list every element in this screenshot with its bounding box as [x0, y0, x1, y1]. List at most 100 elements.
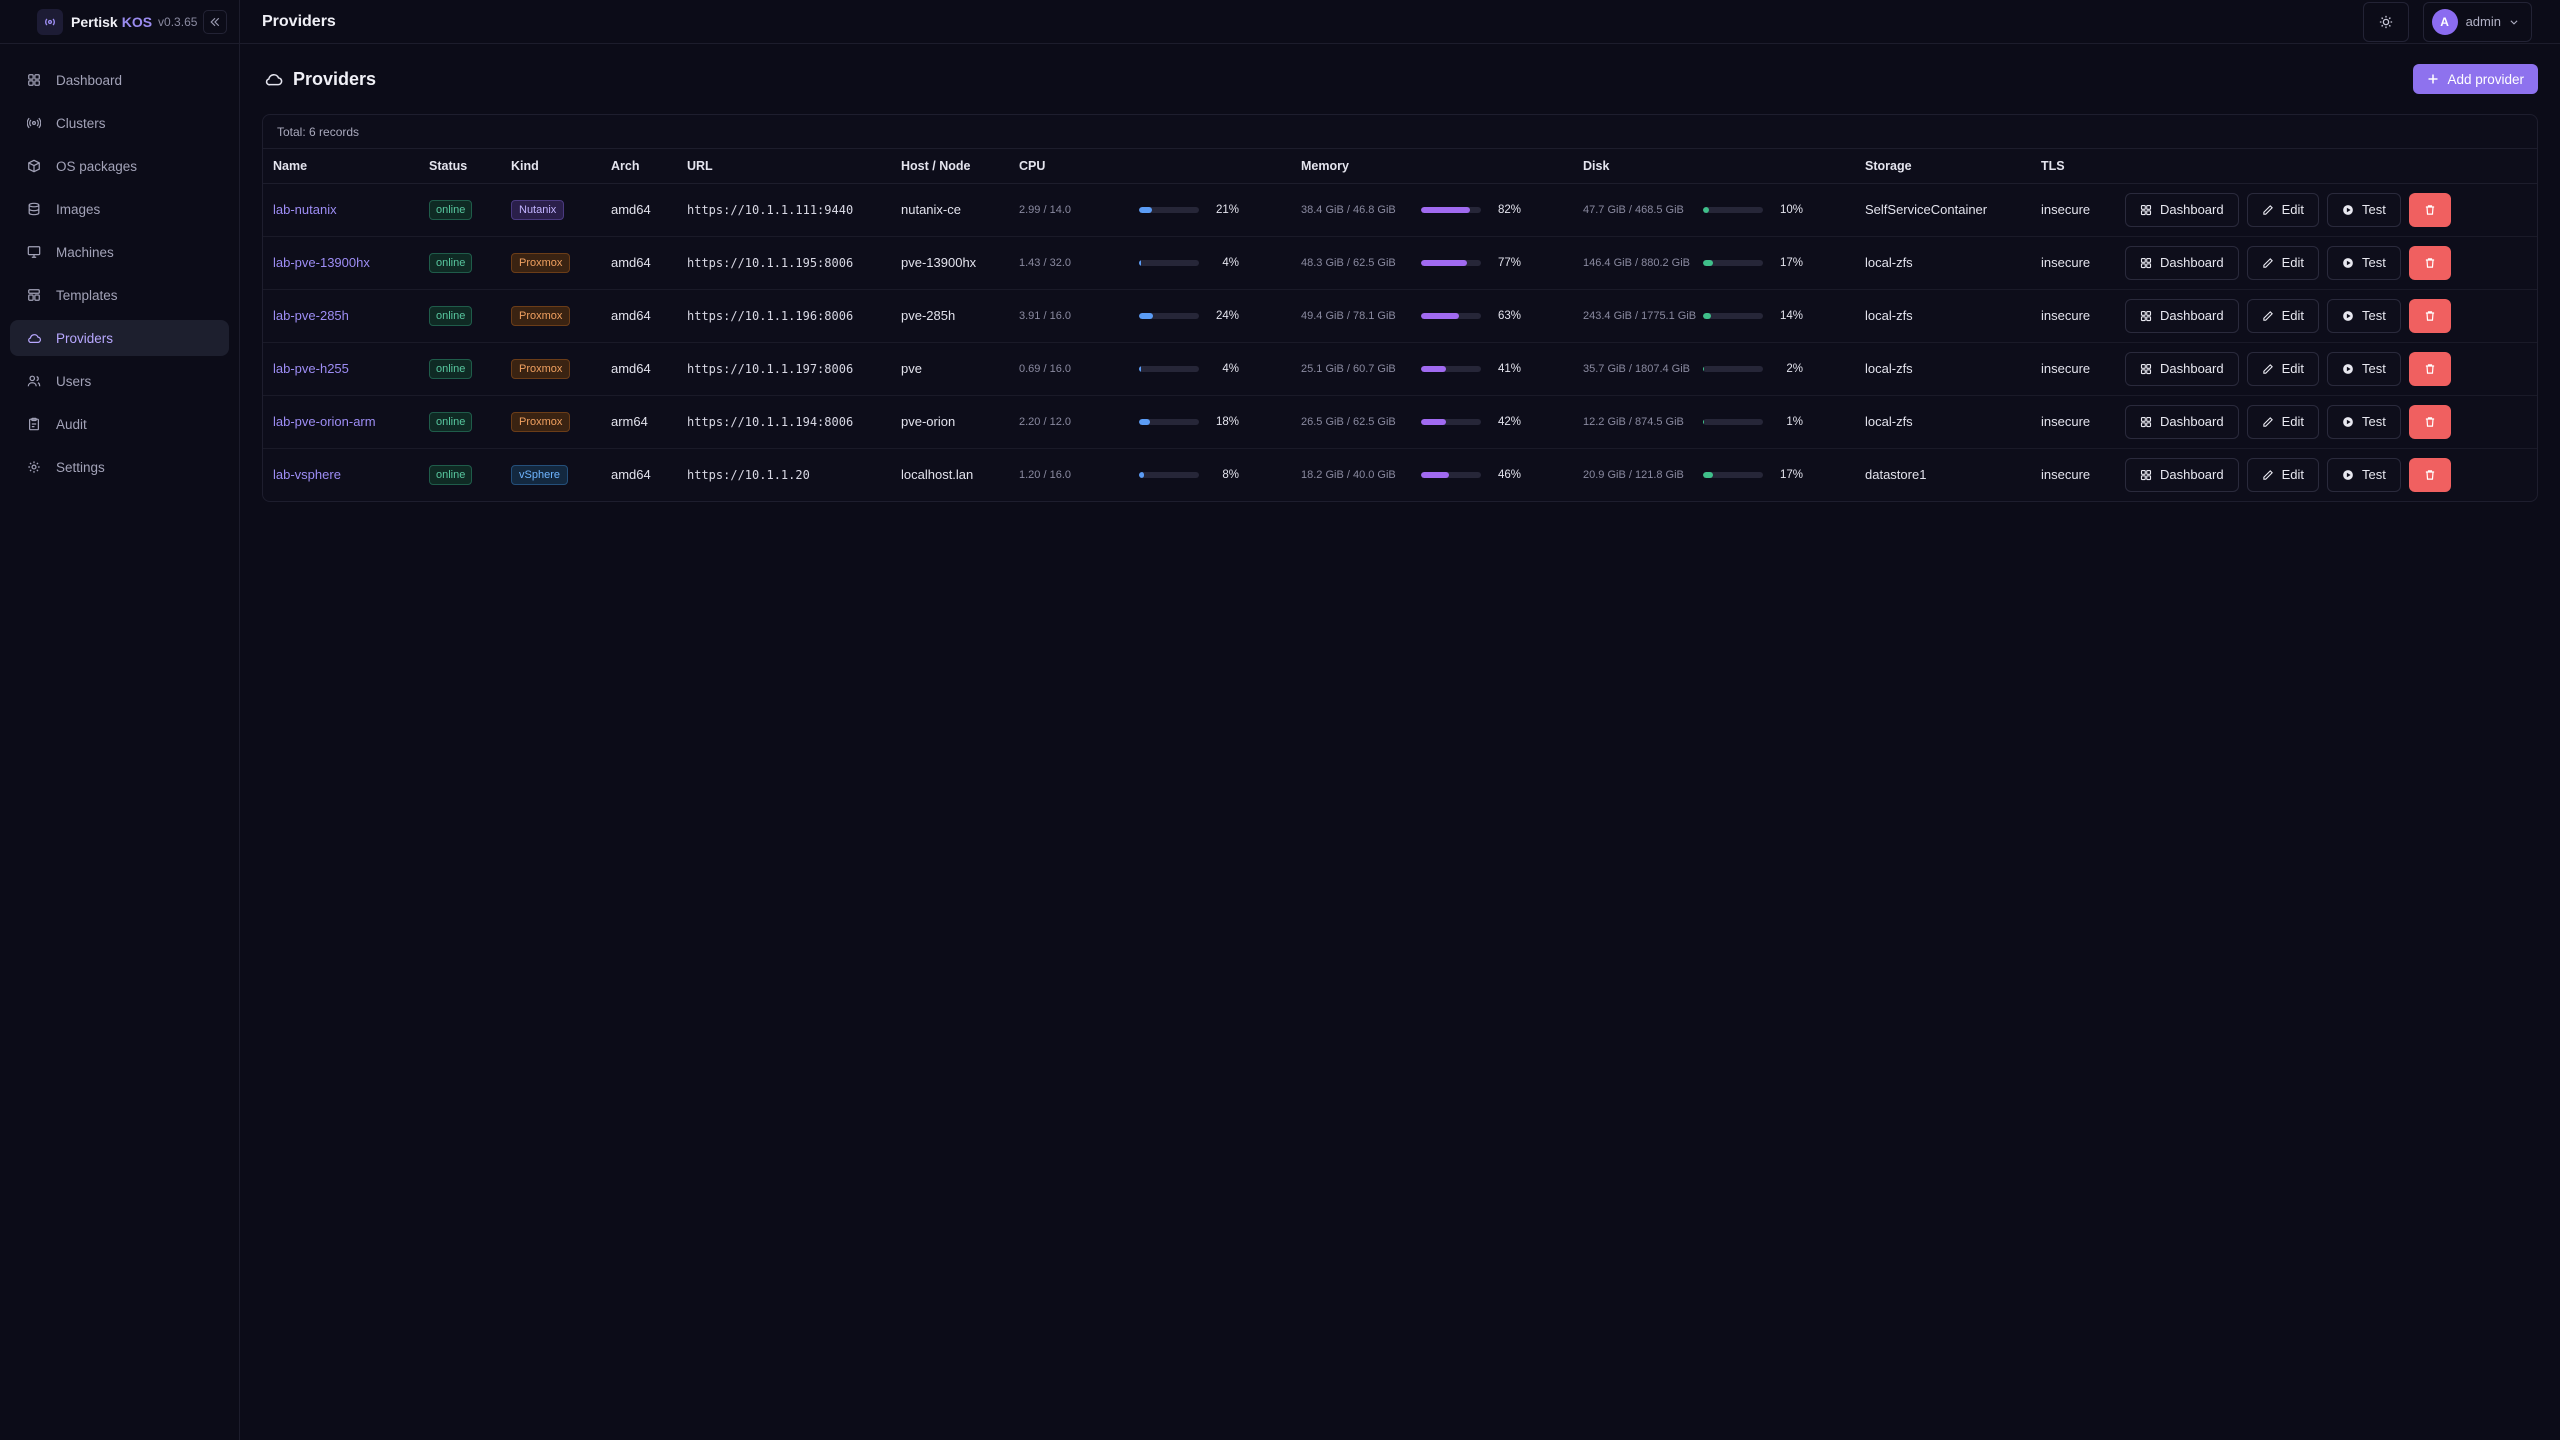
- arch-cell: amd64: [611, 467, 651, 483]
- table-body: lab-nutanix online Nutanix amd64 https:/…: [263, 183, 2537, 501]
- cpu-usage-percent: 8%: [1222, 468, 1239, 481]
- test-button[interactable]: Test: [2327, 351, 2401, 386]
- sidebar-item-os-packages[interactable]: OS packages: [10, 148, 229, 184]
- test-button[interactable]: Test: [2327, 457, 2401, 492]
- test-button[interactable]: Test: [2327, 245, 2401, 280]
- mem-usage-text: 25.1 GiB / 60.7 GiB: [1301, 362, 1396, 375]
- test-button[interactable]: Test: [2327, 192, 2401, 227]
- provider-name-link[interactable]: lab-vsphere: [273, 467, 341, 482]
- column-header[interactable]: Arch: [601, 149, 677, 184]
- sidebar-item-machines[interactable]: Machines: [10, 234, 229, 270]
- column-header[interactable]: Host / Node: [891, 149, 1009, 184]
- delete-button[interactable]: [2408, 298, 2451, 333]
- mem-metric: 48.3 GiB / 62.5 GiB 77%: [1301, 257, 1563, 269]
- column-header[interactable]: Status: [419, 149, 501, 184]
- delete-button[interactable]: [2408, 404, 2451, 439]
- table-row[interactable]: lab-vsphere online vSphere amd64 https:/…: [263, 448, 2537, 501]
- collapse-sidebar-button[interactable]: [203, 9, 228, 34]
- dashboard-button[interactable]: Dashboard: [2125, 351, 2239, 386]
- dashboard-button-label: Dashboard: [2160, 202, 2224, 217]
- table-row[interactable]: lab-nutanix online Nutanix amd64 https:/…: [263, 183, 2537, 237]
- disk-metric: 35.7 GiB / 1807.4 GiB 2%: [1583, 363, 1845, 375]
- provider-name-link[interactable]: lab-nutanix: [273, 202, 337, 217]
- column-header[interactable]: Kind: [501, 149, 601, 184]
- pencil-icon: [2262, 310, 2273, 321]
- sidebar-item-clusters[interactable]: Clusters: [10, 105, 229, 141]
- mem-usage-fill: [1421, 418, 1447, 425]
- delete-button[interactable]: [2408, 192, 2451, 227]
- name-cell: lab-pve-285h: [263, 289, 419, 343]
- name-cell: lab-pve-h255: [263, 342, 419, 396]
- provider-name-link[interactable]: lab-pve-285h: [273, 308, 349, 323]
- app-version: v0.3.65: [158, 14, 198, 29]
- column-header[interactable]: URL: [677, 149, 891, 184]
- mem-cell: 48.3 GiB / 62.5 GiB 77%: [1291, 236, 1573, 290]
- table-row[interactable]: lab-pve-13900hx online Proxmox amd64 htt…: [263, 236, 2537, 290]
- column-header[interactable]: Storage: [1855, 149, 2031, 184]
- dashboard-button[interactable]: Dashboard: [2125, 457, 2239, 492]
- test-button[interactable]: Test: [2327, 404, 2401, 439]
- kind-badge: Proxmox: [511, 411, 571, 432]
- row-actions: Dashboard Edit Test: [2125, 404, 2527, 439]
- delete-button[interactable]: [2408, 245, 2451, 280]
- edit-button[interactable]: Edit: [2246, 457, 2320, 492]
- disk-metric: 146.4 GiB / 880.2 GiB 17%: [1583, 257, 1845, 269]
- edit-button[interactable]: Edit: [2246, 245, 2320, 280]
- column-header[interactable]: Memory: [1291, 149, 1573, 184]
- dashboard-button-label: Dashboard: [2160, 255, 2224, 270]
- dashboard-button-label: Dashboard: [2160, 361, 2224, 376]
- theme-toggle-button[interactable]: [2362, 1, 2409, 42]
- edit-button[interactable]: Edit: [2246, 192, 2320, 227]
- sidebar-item-images[interactable]: Images: [10, 191, 229, 227]
- sidebar-item-users[interactable]: Users: [10, 363, 229, 399]
- column-header[interactable]: CPU: [1009, 149, 1291, 184]
- cloud-icon: [26, 330, 42, 346]
- record-count: Total: 6 records: [263, 115, 2537, 149]
- table-row[interactable]: lab-pve-h255 online Proxmox amd64 https:…: [263, 342, 2537, 396]
- user-menu-button[interactable]: A admin: [2422, 1, 2532, 42]
- sidebar-item-settings[interactable]: Settings: [10, 449, 229, 485]
- mem-usage-fill: [1421, 471, 1449, 478]
- provider-name-link[interactable]: lab-pve-13900hx: [273, 255, 370, 270]
- sidebar-item-providers[interactable]: Providers: [10, 320, 229, 356]
- column-header[interactable]: TLS: [2031, 149, 2115, 184]
- edit-button[interactable]: Edit: [2246, 404, 2320, 439]
- sun-icon: [2379, 15, 2392, 28]
- arch-cell: amd64: [601, 289, 677, 343]
- edit-button[interactable]: Edit: [2246, 298, 2320, 333]
- cpu-usage-fill: [1139, 312, 1154, 319]
- cpu-usage-text: 0.69 / 16.0: [1019, 362, 1071, 375]
- delete-button[interactable]: [2408, 457, 2451, 492]
- table-row[interactable]: lab-pve-orion-arm online Proxmox arm64 h…: [263, 395, 2537, 449]
- cpu-usage-bar: [1139, 312, 1199, 319]
- test-button[interactable]: Test: [2327, 298, 2401, 333]
- actions-cell: Dashboard Edit Test: [2115, 183, 2537, 237]
- dashboard-button[interactable]: Dashboard: [2125, 192, 2239, 227]
- sidebar-item-templates[interactable]: Templates: [10, 277, 229, 313]
- sidebar-item-label: Images: [56, 201, 101, 217]
- edit-button[interactable]: Edit: [2246, 351, 2320, 386]
- play-circle-icon: [2343, 310, 2353, 321]
- sidebar-item-audit[interactable]: Audit: [10, 406, 229, 442]
- test-button-label: Test: [2362, 308, 2386, 323]
- play-circle-icon: [2343, 257, 2353, 268]
- mem-metric: 38.4 GiB / 46.8 GiB 82%: [1301, 204, 1563, 216]
- disk-metric: 12.2 GiB / 874.5 GiB 1%: [1583, 416, 1845, 428]
- provider-name-link[interactable]: lab-pve-h255: [273, 361, 349, 376]
- dashboard-button[interactable]: Dashboard: [2125, 245, 2239, 280]
- mem-usage-fill: [1421, 312, 1459, 319]
- provider-name-link[interactable]: lab-pve-orion-arm: [273, 414, 376, 429]
- sidebar-item-label: Providers: [56, 330, 114, 346]
- sidebar-item-dashboard[interactable]: Dashboard: [10, 62, 229, 98]
- name-cell: lab-vsphere: [263, 448, 419, 501]
- mem-usage-text: 26.5 GiB / 62.5 GiB: [1301, 415, 1396, 428]
- add-provider-button[interactable]: Add provider: [2413, 64, 2538, 94]
- dashboard-button[interactable]: Dashboard: [2125, 404, 2239, 439]
- column-header[interactable]: Name: [263, 149, 419, 184]
- trash-icon: [2425, 416, 2434, 427]
- table-row[interactable]: lab-pve-285h online Proxmox amd64 https:…: [263, 289, 2537, 343]
- monitor-icon: [26, 244, 42, 260]
- dashboard-button[interactable]: Dashboard: [2125, 298, 2239, 333]
- column-header[interactable]: Disk: [1573, 149, 1855, 184]
- delete-button[interactable]: [2408, 351, 2451, 386]
